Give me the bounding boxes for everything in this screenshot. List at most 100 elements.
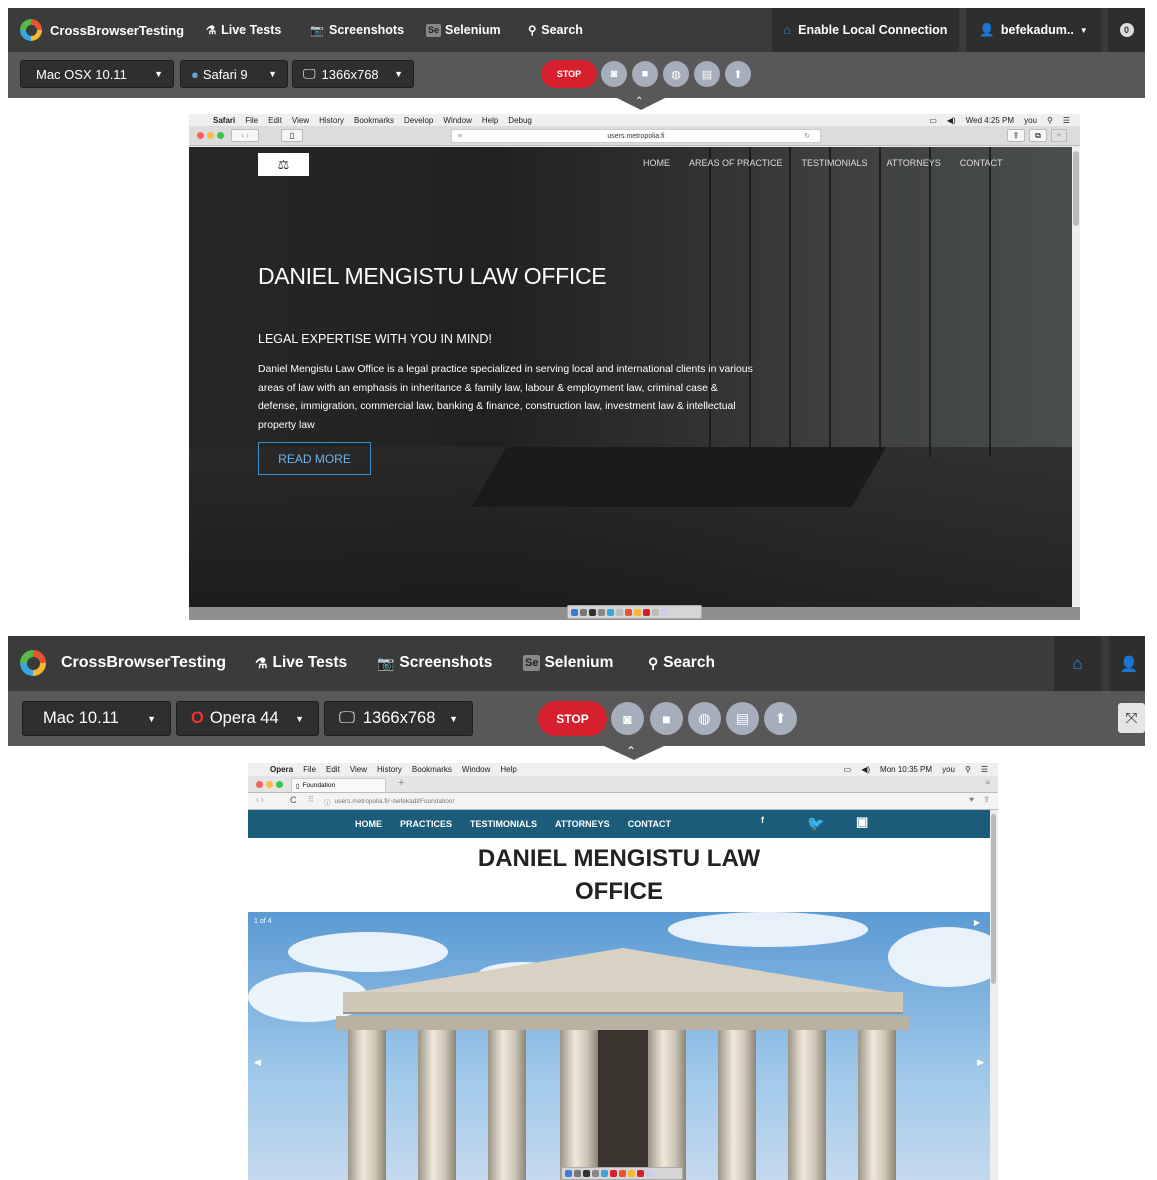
- site-nav-attorneys[interactable]: ATTORNEYS: [555, 819, 610, 829]
- address-bar[interactable]: ≡ users.metropolia.fi ↻: [451, 129, 821, 143]
- fullscreen-button[interactable]: ⤧: [1118, 703, 1145, 733]
- close-icon[interactable]: [197, 132, 204, 139]
- scroll-thumb[interactable]: [1073, 151, 1079, 226]
- youtube-icon[interactable]: ▣: [856, 814, 868, 830]
- site-nav-testimonials[interactable]: TESTIMONIALS: [802, 158, 868, 168]
- stop-button[interactable]: STOP: [541, 60, 597, 88]
- browser-dropdown[interactable]: O Opera 44 ▼: [176, 701, 319, 736]
- user-menu[interactable]: 👤 befekadum.. ▼: [966, 8, 1101, 52]
- terminal-icon[interactable]: [583, 1170, 590, 1177]
- brand[interactable]: CrossBrowserTesting: [20, 19, 184, 41]
- sidebar-icon[interactable]: ▯: [281, 129, 303, 142]
- new-tab-icon[interactable]: +: [398, 777, 404, 789]
- twitter-icon[interactable]: 🐦: [807, 815, 824, 832]
- read-more-button[interactable]: READ MORE: [258, 442, 371, 475]
- chevron-up-icon[interactable]: ⌃: [635, 96, 643, 107]
- terminal-icon[interactable]: [589, 608, 596, 616]
- firefox-icon[interactable]: [625, 608, 632, 616]
- settings-icon[interactable]: [598, 608, 605, 616]
- safari-icon[interactable]: [607, 608, 614, 616]
- tab-menu-icon[interactable]: ≡: [985, 778, 990, 787]
- site-nav-testimonials[interactable]: TESTIMONIALS: [470, 819, 537, 829]
- app-icon[interactable]: [637, 1170, 644, 1177]
- chrome-icon[interactable]: [628, 1170, 635, 1177]
- menu-history[interactable]: History: [377, 765, 402, 774]
- remote-desktop[interactable]: Safari File Edit View History Bookmarks …: [189, 114, 1080, 620]
- firefox-icon[interactable]: [619, 1170, 626, 1177]
- menu-edit[interactable]: Edit: [268, 116, 282, 125]
- nav-selenium[interactable]: Se Selenium: [426, 23, 501, 37]
- trash-icon[interactable]: [646, 1170, 653, 1177]
- tabs-icon[interactable]: ⧉: [1029, 129, 1047, 142]
- new-tab-icon[interactable]: +: [1051, 129, 1067, 142]
- menu-debug[interactable]: Debug: [508, 116, 532, 125]
- opera-icon[interactable]: [643, 608, 650, 616]
- nav-live-tests[interactable]: ⚗ Live Tests: [206, 23, 281, 37]
- network-button[interactable]: ◍: [663, 61, 689, 87]
- finder-icon[interactable]: [571, 608, 578, 616]
- dock[interactable]: [561, 1167, 683, 1180]
- os-dropdown[interactable]: Mac 10.11 ▼: [22, 701, 171, 736]
- enable-local-connection-button[interactable]: ⌂ Enable Local Connection: [772, 8, 959, 52]
- notifications[interactable]: 0: [1108, 8, 1145, 52]
- zoom-icon[interactable]: [276, 781, 283, 788]
- site-nav-attorneys[interactable]: ATTORNEYS: [887, 158, 941, 168]
- chrome-icon[interactable]: [634, 608, 641, 616]
- enable-local-connection-button[interactable]: ⌂: [1054, 636, 1101, 691]
- screenshot-button[interactable]: ◙: [601, 61, 627, 87]
- record-video-button[interactable]: ■: [650, 702, 683, 735]
- chevron-up-icon[interactable]: ⌃: [626, 744, 636, 758]
- nav-selenium[interactable]: Se Selenium: [523, 654, 613, 672]
- list-icon[interactable]: ☰: [981, 765, 988, 774]
- launchpad-icon[interactable]: [580, 608, 587, 616]
- menu-file[interactable]: File: [303, 765, 316, 774]
- next-slide-icon[interactable]: ▶: [977, 1057, 984, 1068]
- page-scrollbar[interactable]: [990, 810, 998, 1180]
- upload-button[interactable]: ⬆: [764, 702, 797, 735]
- back-forward-icon[interactable]: ‹ ›: [256, 795, 264, 804]
- opera-icon[interactable]: [610, 1170, 617, 1177]
- safari-icon[interactable]: [601, 1170, 608, 1177]
- menu-window[interactable]: Window: [462, 765, 490, 774]
- brand[interactable]: CrossBrowserTesting: [20, 650, 226, 676]
- finder-icon[interactable]: [565, 1170, 572, 1177]
- menu-view[interactable]: View: [350, 765, 367, 774]
- page-scrollbar[interactable]: [1072, 147, 1080, 607]
- prev-slide-icon[interactable]: ◀: [254, 1057, 261, 1068]
- zoom-icon[interactable]: [217, 132, 224, 139]
- nav-screenshots[interactable]: 📷 Screenshots: [377, 654, 492, 672]
- menu-history[interactable]: History: [319, 116, 344, 125]
- resolution-dropdown[interactable]: 🖵 1366x768 ▼: [324, 701, 473, 736]
- resolution-dropdown[interactable]: 🖵 1366x768 ▼: [292, 60, 414, 88]
- back-forward-icon[interactable]: ‹ ›: [231, 129, 259, 142]
- remote-desktop[interactable]: Opera File Edit View History Bookmarks W…: [248, 763, 998, 1180]
- site-nav-contact[interactable]: CONTACT: [628, 819, 671, 829]
- site-nav-home[interactable]: HOME: [643, 158, 670, 168]
- list-icon[interactable]: ☰: [1063, 116, 1070, 125]
- menu-view[interactable]: View: [292, 116, 309, 125]
- site-logo[interactable]: ⚖: [258, 153, 309, 176]
- site-nav-areas[interactable]: AREAS OF PRACTICE: [689, 158, 783, 168]
- menu-file[interactable]: File: [245, 116, 258, 125]
- menu-app[interactable]: Safari: [213, 116, 235, 125]
- app-icon[interactable]: [616, 608, 623, 616]
- reload-icon[interactable]: C: [290, 795, 297, 805]
- browser-dropdown[interactable]: ● Safari 9 ▼: [180, 60, 288, 88]
- launchpad-icon[interactable]: [574, 1170, 581, 1177]
- heart-icon[interactable]: ♥: [969, 795, 974, 804]
- browser-tab[interactable]: ▯ Foundation: [291, 778, 386, 792]
- menu-help[interactable]: Help: [482, 116, 498, 125]
- app-icon[interactable]: [652, 608, 659, 616]
- upload-button[interactable]: ⬆: [725, 61, 751, 87]
- keyboard-button[interactable]: ▤: [694, 61, 720, 87]
- dock[interactable]: [567, 605, 702, 619]
- site-nav-home[interactable]: HOME: [355, 819, 382, 829]
- menu-app[interactable]: Opera: [270, 765, 293, 774]
- site-nav-practices[interactable]: PRACTICES: [400, 819, 452, 829]
- address-bar[interactable]: ⓘ users.metropolia.fi/~befekadt/Foundatio…: [324, 795, 944, 808]
- menu-edit[interactable]: Edit: [326, 765, 340, 774]
- nav-search[interactable]: ⚲ Search: [648, 654, 715, 672]
- nav-live-tests[interactable]: ⚗ Live Tests: [255, 654, 347, 672]
- minimize-icon[interactable]: [266, 781, 273, 788]
- menu-bookmarks[interactable]: Bookmarks: [354, 116, 394, 125]
